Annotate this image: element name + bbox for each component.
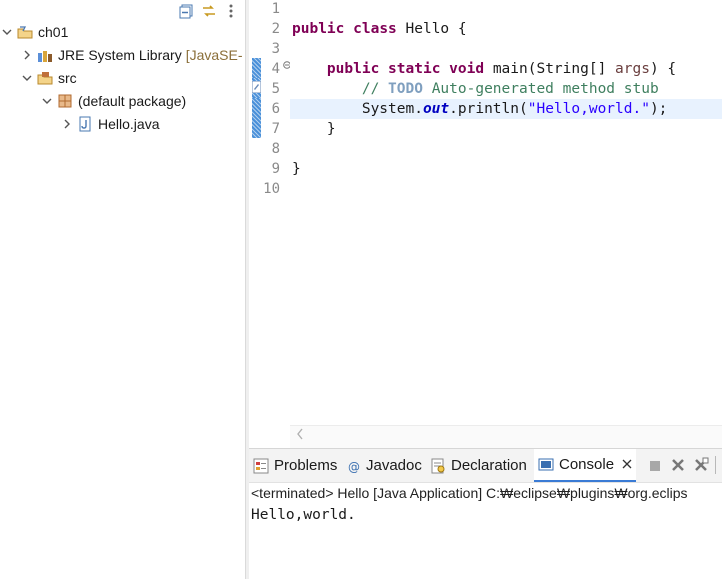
file-label: Hello.java bbox=[98, 116, 160, 132]
code-text: .println( bbox=[449, 101, 528, 117]
chevron-down-icon[interactable] bbox=[40, 94, 54, 108]
close-icon[interactable] bbox=[622, 456, 632, 473]
code-area[interactable]: public class Hello { public static void … bbox=[290, 0, 722, 425]
keyword: public bbox=[292, 21, 345, 37]
console-process-label: <terminated> Hello [Java Application] C:… bbox=[251, 485, 688, 501]
code-line-6-current: System.out.println("Hello,world."); bbox=[290, 99, 722, 119]
line-number: 2 bbox=[271, 21, 280, 37]
tab-label: Javadoc bbox=[366, 457, 422, 474]
keyword: class bbox=[353, 21, 397, 37]
remove-launch-icon[interactable] bbox=[671, 458, 685, 475]
line-number: 8 bbox=[271, 141, 280, 157]
link-with-editor-icon[interactable] bbox=[201, 3, 217, 19]
package-label: (default package) bbox=[78, 93, 187, 109]
source-folder-icon bbox=[37, 70, 53, 86]
view-menu-icon[interactable] bbox=[223, 3, 239, 19]
line-number: 10 bbox=[263, 181, 280, 197]
line-number-gutter: 1 2 3 4 5 6 7 8 9 10 bbox=[263, 0, 291, 425]
chevron-right-icon[interactable] bbox=[60, 117, 74, 131]
line-number: 7 bbox=[271, 121, 280, 137]
tab-javadoc[interactable]: @ Javadoc bbox=[347, 449, 422, 482]
jre-decoration: [JavaSE- bbox=[185, 47, 243, 63]
package-explorer: ch01 JRE System Library [JavaSE- src (de… bbox=[0, 0, 245, 579]
tree-item-src[interactable]: src bbox=[20, 67, 77, 89]
tab-label: Problems bbox=[274, 457, 338, 474]
chevron-right-icon[interactable] bbox=[20, 48, 34, 62]
comment: // bbox=[361, 81, 389, 97]
chevron-down-icon[interactable] bbox=[0, 25, 14, 39]
code-line-2: public class Hello { bbox=[290, 19, 722, 39]
keyword: void bbox=[449, 61, 485, 77]
src-label: src bbox=[58, 70, 77, 86]
line-number: 1 bbox=[271, 1, 280, 17]
code-line-9: } bbox=[290, 159, 722, 179]
chevron-down-icon[interactable] bbox=[20, 71, 34, 85]
line-number: 9 bbox=[271, 161, 280, 177]
collapse-all-icon[interactable] bbox=[179, 3, 195, 19]
tab-label: Console bbox=[559, 456, 615, 473]
tree-item-project[interactable]: ch01 bbox=[0, 21, 68, 43]
declaration-icon bbox=[430, 458, 446, 474]
javadoc-icon: @ bbox=[347, 458, 361, 474]
library-icon bbox=[37, 47, 53, 63]
code-line-5: // TODO Auto-generated method stub bbox=[290, 79, 722, 99]
view-tabbar: Problems @ Javadoc Declaration Console bbox=[249, 449, 722, 483]
package-icon bbox=[57, 93, 73, 109]
line-number: 4 bbox=[271, 61, 280, 77]
console-icon bbox=[538, 457, 554, 473]
code-text: System. bbox=[361, 101, 423, 117]
code-text: ) { bbox=[649, 61, 677, 77]
code-text: } bbox=[326, 121, 336, 137]
problems-icon bbox=[253, 458, 269, 474]
code-editor[interactable]: 1 2 3 4 5 6 7 8 9 10 public class Hello … bbox=[249, 0, 722, 448]
svg-text:@: @ bbox=[348, 460, 360, 474]
code-line-4: public static void main(String[] args) { bbox=[290, 59, 722, 79]
java-project-icon bbox=[17, 24, 33, 40]
code-text: ); bbox=[649, 101, 668, 117]
explorer-toolbar bbox=[179, 1, 239, 21]
code-text: Hello { bbox=[396, 21, 467, 37]
tab-declaration[interactable]: Declaration bbox=[430, 449, 527, 482]
horizontal-scrollbar[interactable] bbox=[290, 425, 722, 448]
tree-item-jre[interactable]: JRE System Library [JavaSE- bbox=[20, 44, 243, 66]
jre-label: JRE System Library bbox=[58, 47, 182, 63]
line-number: 3 bbox=[271, 41, 280, 57]
line-number: 6 bbox=[271, 101, 280, 117]
keyword: public bbox=[326, 61, 380, 77]
line-number: 5 bbox=[271, 81, 280, 97]
parameter: args bbox=[615, 61, 650, 77]
tab-problems[interactable]: Problems bbox=[253, 449, 337, 482]
java-file-icon bbox=[77, 116, 93, 132]
tab-console[interactable]: Console bbox=[534, 449, 637, 482]
keyword: static bbox=[388, 61, 441, 77]
static-field: out bbox=[422, 101, 450, 117]
todo-tag: TODO bbox=[388, 81, 423, 97]
remove-all-terminated-icon[interactable] bbox=[693, 457, 709, 476]
project-label: ch01 bbox=[38, 24, 69, 40]
code-text: main(String[] bbox=[484, 61, 616, 77]
code-text: } bbox=[292, 161, 301, 177]
string-literal: "Hello,world." bbox=[527, 101, 650, 117]
console-output[interactable]: Hello,world. bbox=[249, 504, 722, 526]
tab-label: Declaration bbox=[451, 457, 527, 474]
scroll-left-icon[interactable] bbox=[296, 428, 304, 443]
terminate-icon[interactable] bbox=[649, 459, 661, 475]
tree-item-default-package[interactable]: (default package) bbox=[40, 90, 186, 112]
toolbar-divider bbox=[715, 456, 716, 474]
tree-item-hello-java[interactable]: Hello.java bbox=[60, 113, 159, 135]
comment: Auto-generated method stub bbox=[422, 81, 659, 97]
bottom-panel: Problems @ Javadoc Declaration Console <… bbox=[249, 448, 722, 580]
code-line-7: } bbox=[290, 119, 722, 139]
